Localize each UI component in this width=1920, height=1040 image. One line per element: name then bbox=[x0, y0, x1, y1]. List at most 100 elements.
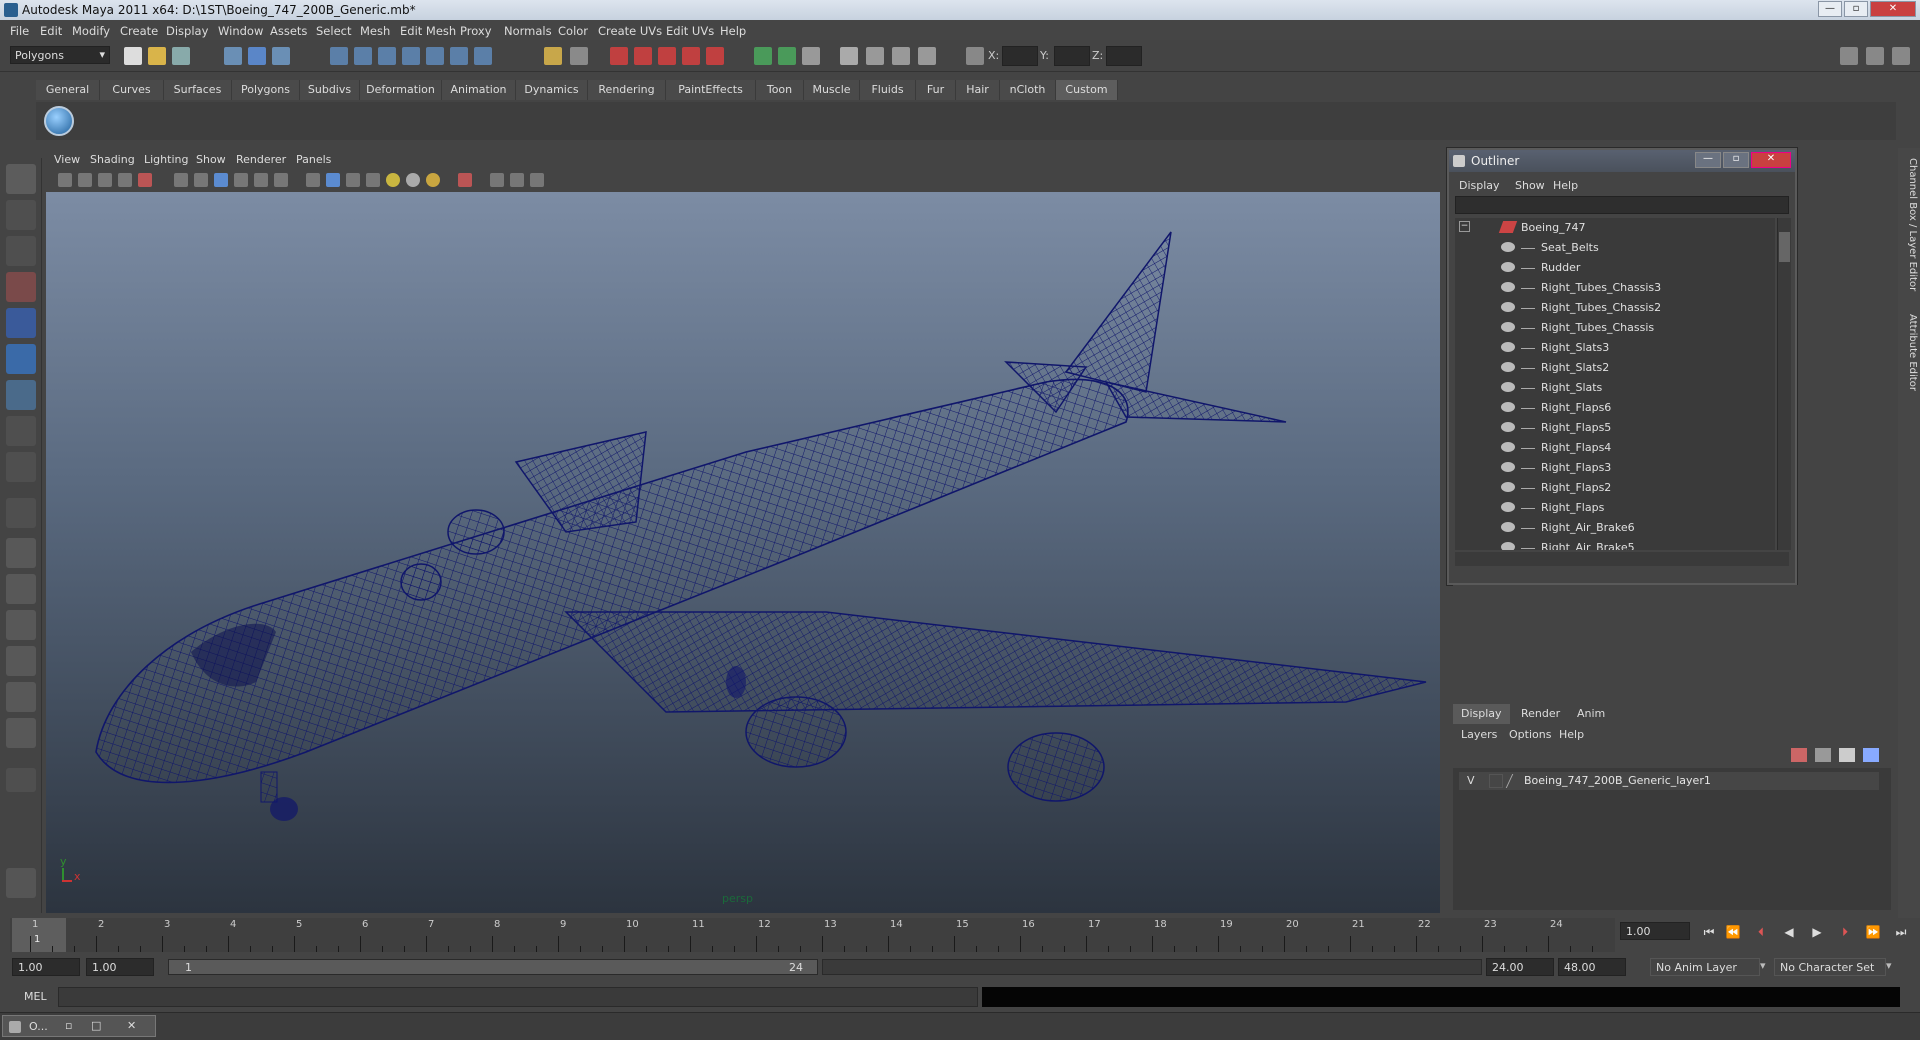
select-tool-icon[interactable] bbox=[6, 164, 36, 194]
perspective-viewport[interactable]: y x persp bbox=[46, 192, 1440, 913]
menu-modify[interactable]: Modify bbox=[72, 24, 110, 38]
render-settings-icon[interactable] bbox=[682, 47, 700, 65]
tool-settings-toggle-icon[interactable] bbox=[778, 47, 796, 65]
step-forward-key-button[interactable]: ⏩ bbox=[1864, 925, 1882, 941]
shelf-tab-fluids[interactable]: Fluids bbox=[860, 80, 916, 100]
save-scene-icon[interactable] bbox=[172, 47, 190, 65]
menu-color[interactable]: Color bbox=[558, 24, 588, 38]
outliner-item[interactable]: Right_Flaps6 bbox=[1455, 398, 1775, 418]
textured-icon[interactable] bbox=[366, 173, 380, 187]
step-back-key-button[interactable]: ⏪ bbox=[1724, 925, 1742, 941]
xray-joints-icon[interactable] bbox=[510, 173, 524, 187]
snap-view-plane-icon[interactable] bbox=[402, 47, 420, 65]
shelf-tab-deformation[interactable]: Deformation bbox=[360, 80, 442, 100]
menu-edit[interactable]: Edit bbox=[40, 24, 62, 38]
outliner-item[interactable]: Right_Flaps2 bbox=[1455, 478, 1775, 498]
layer-tab-display[interactable]: Display bbox=[1453, 704, 1510, 724]
menu-create[interactable]: Create bbox=[120, 24, 158, 38]
make-live-icon[interactable] bbox=[426, 47, 444, 65]
range-slider[interactable]: 1 24 bbox=[168, 959, 818, 975]
select-hierarchy-icon[interactable] bbox=[224, 47, 242, 65]
hypershade-layout-icon[interactable] bbox=[6, 718, 36, 748]
outliner-item[interactable]: Rudder bbox=[1455, 258, 1775, 278]
attribute-editor-toggle-icon[interactable] bbox=[754, 47, 772, 65]
panel-menu-lighting[interactable]: Lighting bbox=[144, 153, 188, 166]
show-tool-settings-icon[interactable] bbox=[1866, 47, 1884, 65]
outliner-item[interactable]: Right_Slats bbox=[1455, 378, 1775, 398]
soft-modification-icon[interactable] bbox=[6, 416, 36, 446]
persp-graph-layout-icon[interactable] bbox=[6, 646, 36, 676]
paint-select-tool-icon[interactable] bbox=[6, 236, 36, 266]
layer-color-icon[interactable] bbox=[1505, 774, 1523, 788]
layer-row[interactable]: V Boeing_747_200B_Generic_layer1 bbox=[1459, 772, 1879, 790]
universal-manipulator-icon[interactable] bbox=[6, 380, 36, 410]
shelf-tab-animation[interactable]: Animation bbox=[442, 80, 516, 100]
time-slider[interactable]: 1 1 2 3 4 5 6 7 8 9 10 11 12 13 14 15 16 17 18 19 20 21 22 23 2… bbox=[10, 918, 1615, 952]
grid-icon[interactable] bbox=[138, 173, 152, 187]
outliner-menu-show[interactable]: Show bbox=[1515, 179, 1545, 192]
safe-action-icon[interactable] bbox=[254, 173, 268, 187]
new-scene-icon[interactable] bbox=[124, 47, 142, 65]
shelf-tab-hair[interactable]: Hair bbox=[956, 80, 1000, 100]
shelf-tab-ncloth[interactable]: nCloth bbox=[1000, 80, 1056, 100]
outliner-item[interactable]: Right_Slats2 bbox=[1455, 358, 1775, 378]
menu-create-uvs[interactable]: Create UVs bbox=[598, 24, 662, 38]
shelf-tab-general[interactable]: General bbox=[36, 80, 100, 100]
panel-menu-panels[interactable]: Panels bbox=[296, 153, 331, 166]
play-forward-button[interactable]: ▶ bbox=[1808, 925, 1826, 941]
four-view-layout-icon[interactable] bbox=[6, 574, 36, 604]
collapse-icon[interactable]: − bbox=[1459, 221, 1470, 232]
layer-tab-render[interactable]: Render bbox=[1513, 704, 1568, 724]
x-field[interactable] bbox=[1002, 46, 1038, 66]
help-icon[interactable] bbox=[474, 47, 492, 65]
go-to-end-button[interactable]: ⏭ bbox=[1892, 925, 1910, 941]
channel-box-toggle-icon[interactable] bbox=[802, 47, 820, 65]
outliner-item[interactable]: Right_Flaps3 bbox=[1455, 458, 1775, 478]
layer-playback-toggle[interactable] bbox=[1489, 774, 1503, 788]
menu-mesh[interactable]: Mesh bbox=[360, 24, 390, 38]
render-current-icon[interactable] bbox=[634, 47, 652, 65]
panel-menu-renderer[interactable]: Renderer bbox=[236, 153, 286, 166]
channel-box-tab[interactable]: Channel Box / Layer Editor bbox=[1900, 158, 1918, 298]
output-ops-icon[interactable] bbox=[570, 47, 588, 65]
gate-mask-icon[interactable] bbox=[214, 173, 228, 187]
mode-selector[interactable]: Polygons ▾ bbox=[10, 46, 110, 64]
shelf-tab-rendering[interactable]: Rendering bbox=[588, 80, 666, 100]
film-gate-icon[interactable] bbox=[174, 173, 188, 187]
maximize-button[interactable]: ▫ bbox=[1844, 1, 1868, 17]
safe-title-icon[interactable] bbox=[274, 173, 288, 187]
outliner-item[interactable]: Right_Air_Brake6 bbox=[1455, 518, 1775, 538]
open-scene-icon[interactable] bbox=[148, 47, 166, 65]
last-tool-icon[interactable] bbox=[6, 498, 36, 528]
outliner-menu-display[interactable]: Display bbox=[1459, 179, 1500, 192]
y-field[interactable] bbox=[1054, 46, 1090, 66]
show-channel-box-icon[interactable] bbox=[1840, 47, 1858, 65]
resolution-gate-icon[interactable] bbox=[194, 173, 208, 187]
panel-menu-view[interactable]: View bbox=[54, 153, 80, 166]
go-to-start-button[interactable]: ⏮ bbox=[1700, 925, 1718, 941]
camera-attributes-icon[interactable] bbox=[78, 173, 92, 187]
outliner-item[interactable]: − Boeing_747 bbox=[1455, 218, 1775, 238]
history-icon[interactable] bbox=[450, 47, 468, 65]
close-button[interactable]: ✕ bbox=[1870, 1, 1916, 17]
absolute-transform-icon[interactable] bbox=[966, 47, 984, 65]
show-attribute-editor-icon[interactable] bbox=[1892, 47, 1910, 65]
mel-input[interactable] bbox=[58, 987, 978, 1007]
attribute-editor-tab[interactable]: Attribute Editor bbox=[1900, 314, 1918, 404]
shelf-tab-curves[interactable]: Curves bbox=[100, 80, 164, 100]
single-perspective-layout-icon[interactable] bbox=[6, 538, 36, 568]
snap-grid-icon[interactable] bbox=[330, 47, 348, 65]
current-time-field[interactable]: 1.00 bbox=[1620, 922, 1690, 940]
outliner-horizontal-scrollbar[interactable] bbox=[1455, 552, 1789, 566]
field-chart-icon[interactable] bbox=[234, 173, 248, 187]
layer-from-selection-icon[interactable] bbox=[1863, 748, 1879, 762]
select-object-icon[interactable] bbox=[248, 47, 266, 65]
outliner-maximize-button[interactable]: ▫ bbox=[1723, 152, 1749, 168]
outliner-item[interactable]: Right_Tubes_Chassis2 bbox=[1455, 298, 1775, 318]
outliner-title-bar[interactable]: Outliner — ▫ ✕ bbox=[1449, 150, 1795, 172]
minimize-button[interactable]: — bbox=[1818, 1, 1842, 17]
transform-icon[interactable] bbox=[892, 47, 910, 65]
menu-file[interactable]: File bbox=[10, 24, 29, 38]
maximize-icon[interactable]: □ bbox=[91, 1019, 101, 1032]
outliner-item[interactable]: Right_Flaps bbox=[1455, 498, 1775, 518]
